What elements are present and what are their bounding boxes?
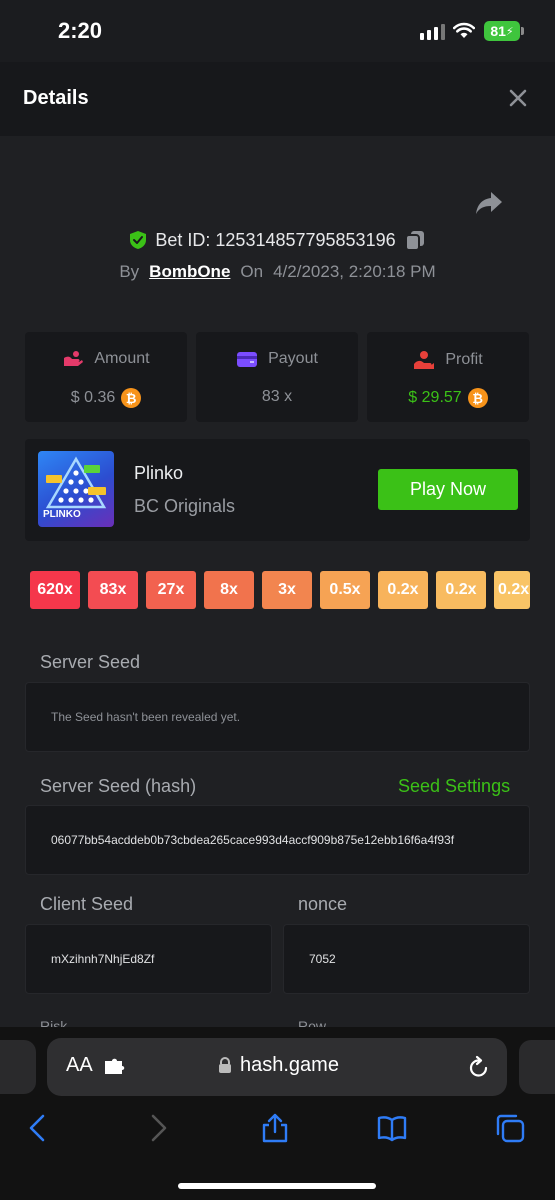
server-hash-value: 06077bb54acddeb0b73cbdea265cace993d4accf… (51, 833, 455, 847)
verified-shield-icon (130, 231, 147, 249)
game-provider: BC Originals (134, 496, 236, 516)
multiplier-chip: 620x (30, 571, 80, 609)
multiplier-chip: 8x (204, 571, 254, 609)
home-indicator (178, 1183, 376, 1189)
lock-icon (219, 1057, 231, 1073)
next-tab-pill[interactable] (519, 1040, 555, 1094)
on-label: On (240, 262, 264, 281)
reader-aa-button[interactable]: AA (66, 1054, 93, 1077)
forward-icon[interactable] (142, 1112, 174, 1144)
bet-id: Bet ID: 125314857795853196 (155, 229, 396, 250)
nonce-value: 7052 (309, 952, 336, 966)
multiplier-chip: 0.2x (436, 571, 486, 609)
share-icon[interactable] (474, 190, 504, 216)
amount-label: Amount (94, 350, 150, 367)
bookmarks-icon[interactable] (376, 1112, 408, 1144)
status-time: 2:20 (58, 18, 103, 43)
username-link[interactable]: BombOne (149, 262, 230, 282)
thumb-text: PLINKO (43, 509, 81, 520)
battery-level: 81 (490, 23, 506, 39)
battery-tip (521, 27, 524, 35)
nonce-field: 7052 (283, 924, 530, 994)
multiplier-chip: 0.2x (378, 571, 428, 609)
plinko-thumbnail[interactable]: PLINKO (38, 451, 114, 527)
profit-icon (414, 351, 435, 369)
payout-value: 83 x (261, 388, 293, 405)
url-text: hash.game (240, 1054, 339, 1076)
close-icon[interactable] (506, 86, 530, 110)
game-name: Plinko (134, 463, 184, 483)
multiplier-chip: 27x (146, 571, 196, 609)
charging-bolt-icon: ⚡ (505, 25, 514, 38)
bitcoin-icon: ₿ (121, 388, 142, 408)
server-seed-label: Server Seed (40, 652, 141, 672)
extension-puzzle-icon[interactable] (103, 1058, 125, 1076)
share-sheet-icon[interactable] (259, 1112, 291, 1144)
url-display[interactable]: hash.game (218, 1054, 339, 1077)
multiplier-chip: 0.2x (494, 571, 530, 609)
amount-card: Amount $ 0.36 ₿ (25, 332, 187, 422)
amount-value: $ 0.36 (70, 389, 116, 406)
profit-card: Profit $ 29.57 ₿ (367, 332, 529, 422)
multiplier-chip: 3x (262, 571, 312, 609)
by-label: By (119, 262, 140, 281)
server-seed-value: The Seed hasn't been revealed yet. (51, 710, 241, 724)
profit-value: $ 29.57 (408, 389, 462, 406)
reload-icon[interactable] (468, 1055, 490, 1079)
client-seed-field: mXzihnh7NhjEd8Zf (25, 924, 272, 994)
bet-date: 4/2/2023, 2:20:18 PM (273, 262, 436, 281)
back-icon[interactable] (22, 1112, 54, 1144)
play-now-button[interactable]: Play Now (378, 469, 518, 510)
client-seed-label: Client Seed (40, 894, 134, 914)
payout-label: Payout (268, 350, 318, 367)
tabs-icon[interactable] (494, 1112, 526, 1144)
server-hash-label: Server Seed (hash) (40, 776, 197, 796)
profit-label: Profit (445, 351, 483, 368)
wallet-icon (237, 352, 258, 367)
server-hash-field: 06077bb54acddeb0b73cbdea265cace993d4accf… (25, 805, 530, 875)
server-seed-field: The Seed hasn't been revealed yet. (25, 682, 530, 752)
multiplier-chip: 83x (88, 571, 138, 609)
amount-icon (64, 351, 84, 366)
seed-settings-link[interactable]: Seed Settings (398, 776, 510, 797)
client-seed-value: mXzihnh7NhjEd8Zf (51, 952, 155, 966)
multiplier-chip: 0.5x (320, 571, 370, 609)
bet-byline: By BombOne On 4/2/2023, 2:20:18 PM (0, 262, 555, 282)
copy-icon[interactable] (404, 229, 426, 251)
payout-card: Payout 83 x (196, 332, 358, 422)
wifi-icon (453, 22, 475, 38)
multiplier-row: 620x 83x 27x 8x 3x 0.5x 0.2x 0.2x 0.2x (30, 571, 530, 609)
bet-id-row: Bet ID: 125314857795853196 (0, 229, 555, 251)
previous-tab-pill[interactable] (0, 1040, 36, 1094)
bitcoin-icon: ₿ (467, 388, 488, 408)
battery-indicator: 81 ⚡ (484, 21, 520, 41)
page-title: Details (23, 87, 89, 109)
cellular-signal-icon (420, 24, 445, 40)
nonce-label: nonce (298, 894, 348, 914)
